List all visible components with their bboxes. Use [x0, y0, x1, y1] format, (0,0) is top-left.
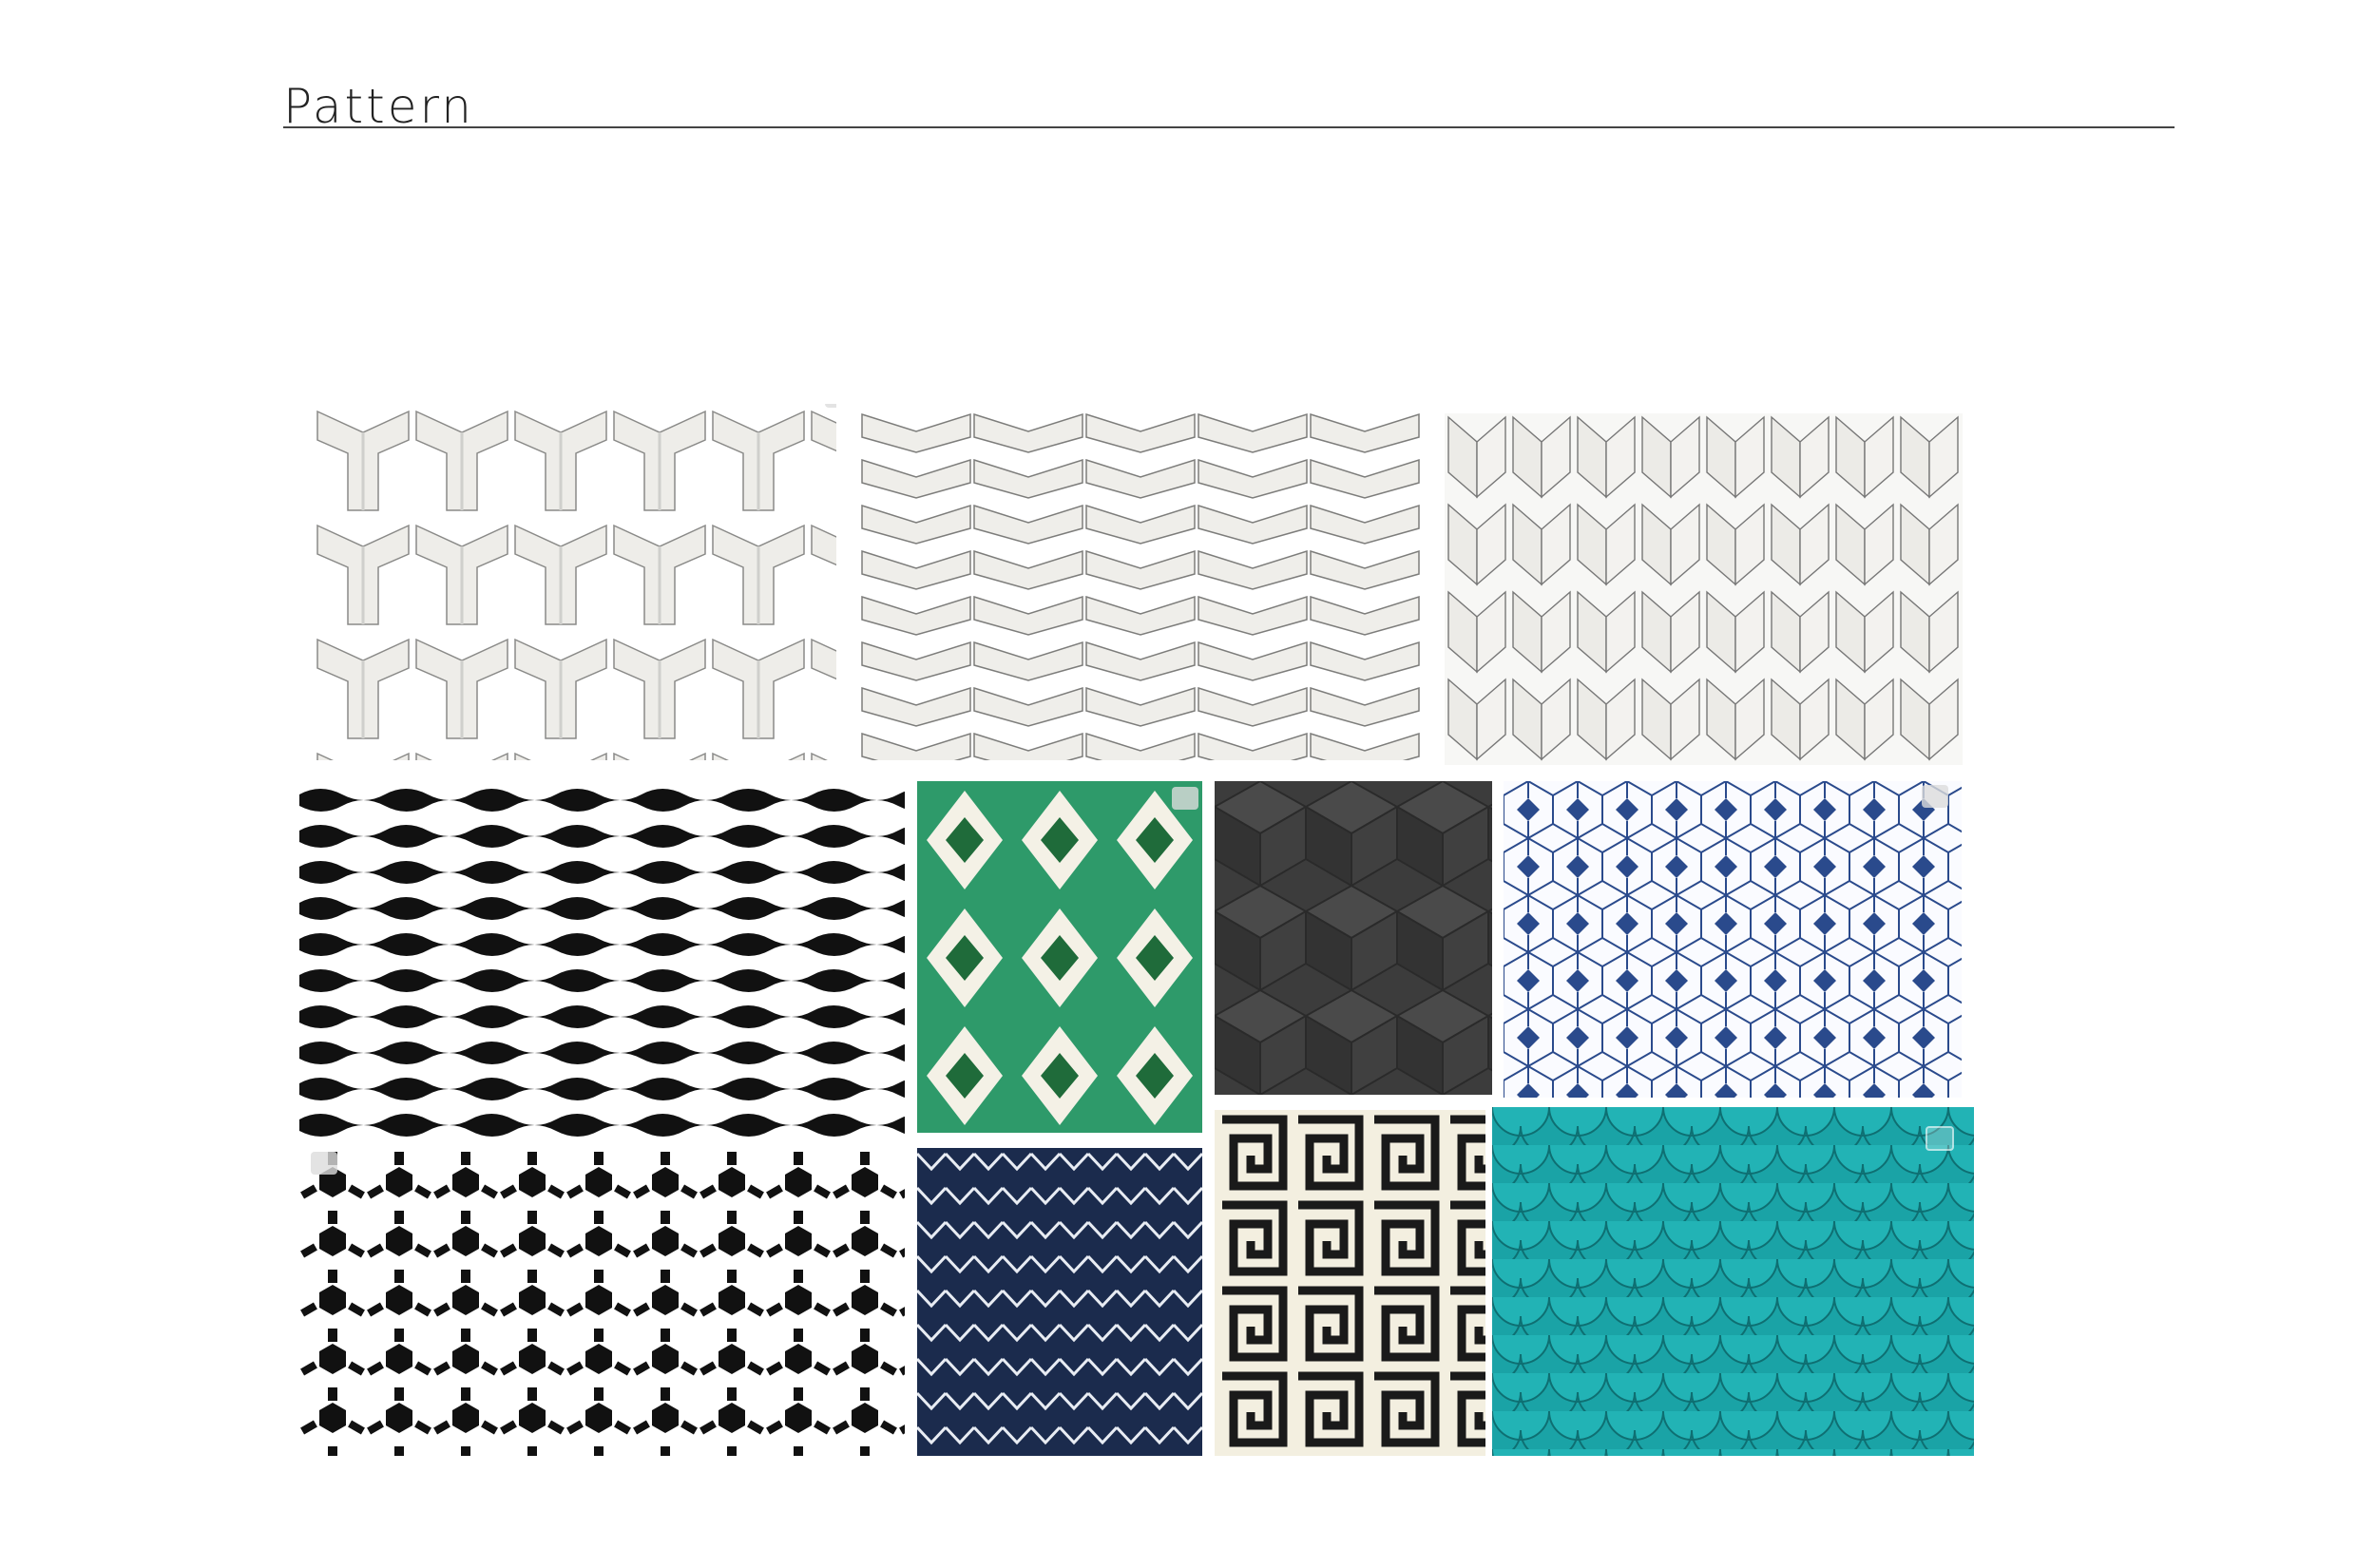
spiral-key-pattern-image: [1215, 1110, 1485, 1456]
spiral-key-pattern-graphic: [1215, 1110, 1485, 1456]
y-tile-pattern-image: [314, 404, 836, 760]
black-hexagon-weave-image: [299, 1152, 905, 1456]
title-divider: [283, 126, 2175, 128]
teal-fish-scale-image: [1492, 1107, 1974, 1456]
dark-geometric-tile-graphic: [1215, 781, 1492, 1095]
navy-chevron-pattern-image: [917, 1148, 1202, 1456]
expand-icon[interactable]: [1922, 785, 1948, 808]
blue-lattice-pattern-image: [1504, 781, 1962, 1098]
wave-pattern-graphic: [299, 781, 905, 1145]
expand-icon[interactable]: [1926, 1126, 1954, 1151]
chevron-tile-pattern-graphic: [860, 409, 1421, 760]
teal-fish-scale-graphic: [1492, 1107, 1974, 1456]
expand-icon[interactable]: [1172, 787, 1198, 810]
expand-icon[interactable]: [311, 1152, 337, 1175]
wave-pattern-image: [299, 781, 905, 1145]
dark-geometric-tile-image: [1215, 781, 1492, 1095]
herringbone-tile-pattern-image: [1445, 413, 1963, 765]
herringbone-tile-pattern-graphic: [1445, 413, 1963, 765]
y-tile-pattern-graphic: [314, 404, 836, 760]
black-hexagon-weave-graphic: [299, 1152, 905, 1456]
chevron-tile-pattern-image: [860, 409, 1421, 760]
expand-icon[interactable]: [825, 404, 836, 408]
green-diamond-pattern-image: [917, 781, 1202, 1133]
blue-lattice-pattern-graphic: [1504, 781, 1962, 1098]
navy-chevron-pattern-graphic: [917, 1148, 1202, 1456]
green-diamond-pattern-graphic: [917, 781, 1202, 1133]
